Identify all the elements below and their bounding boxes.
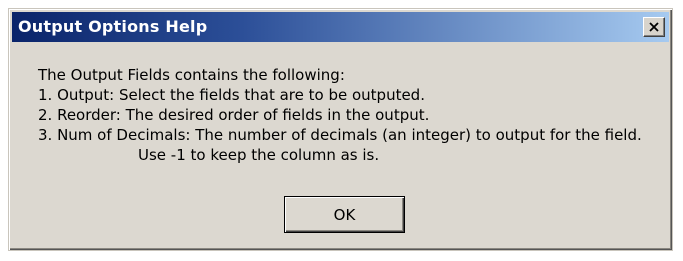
message-line-reorder: 2. Reorder: The desired order of fields … xyxy=(38,106,430,124)
title-bar[interactable]: Output Options Help xyxy=(12,12,669,42)
help-dialog: Output Options Help The Output Fields co… xyxy=(8,8,673,251)
help-message: The Output Fields contains the following… xyxy=(38,65,642,165)
message-line-decimals: 3. Num of Decimals: The number of decima… xyxy=(38,126,642,144)
dialog-title: Output Options Help xyxy=(18,17,208,36)
close-button[interactable] xyxy=(643,17,665,37)
message-line-decimals-note: Use -1 to keep the column as is. xyxy=(138,146,380,164)
message-line-output: 1. Output: Select the fields that are to… xyxy=(38,86,425,104)
ok-button[interactable]: OK xyxy=(284,196,405,233)
close-x-icon xyxy=(649,22,659,32)
message-line-intro: The Output Fields contains the following… xyxy=(38,66,345,84)
